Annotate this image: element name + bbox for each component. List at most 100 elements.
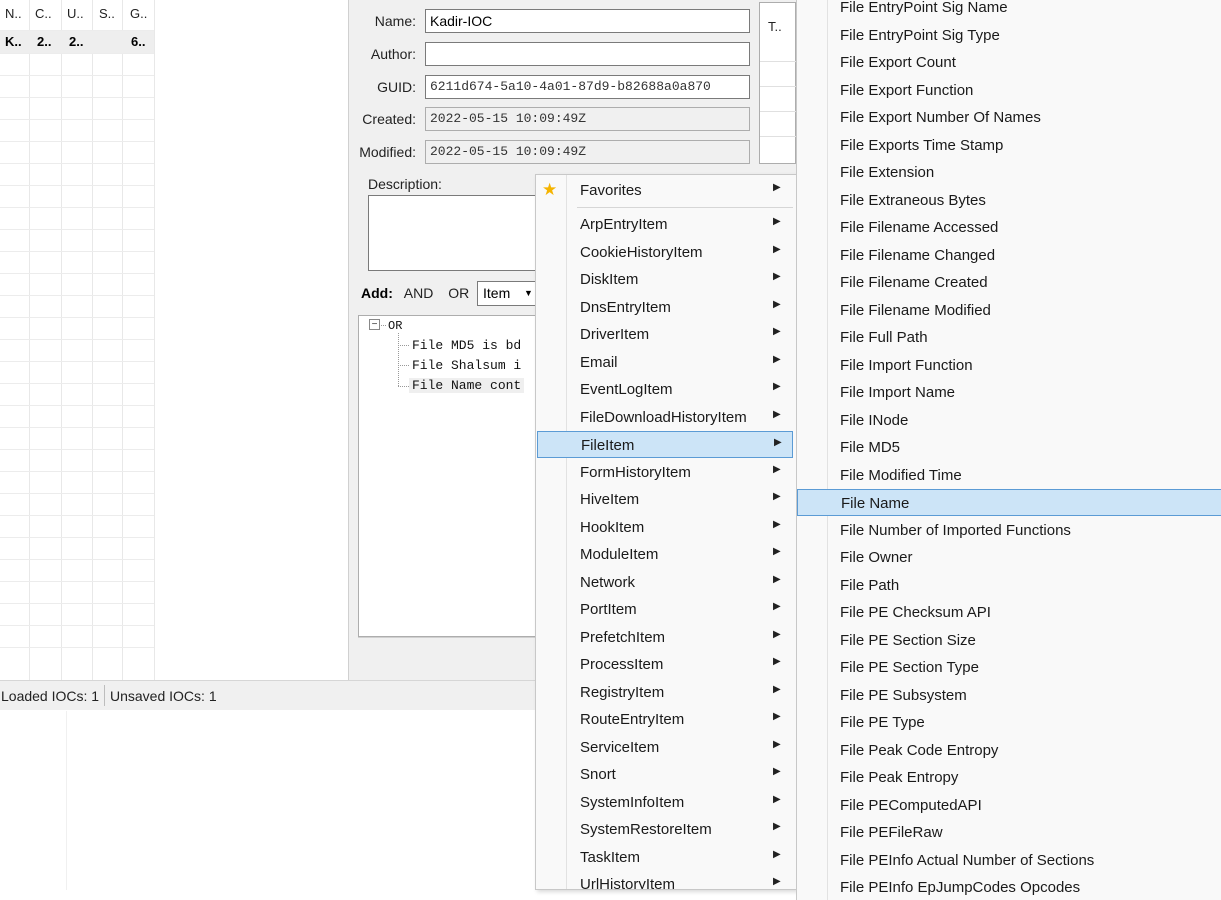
submenu-item-file-import-function[interactable]: File Import Function <box>797 352 1221 379</box>
tree-node-file-md5[interactable]: File MD5 is bd <box>412 338 521 353</box>
submenu-item-file-pe-type[interactable]: File PE Type <box>797 709 1221 736</box>
submenu-item-file-import-name[interactable]: File Import Name <box>797 379 1221 406</box>
menu-item-systemrestoreitem[interactable]: SystemRestoreItem ▶ <box>537 816 793 843</box>
submenu-arrow-icon: ▶ <box>773 491 781 502</box>
menu-item-moduleitem[interactable]: ModuleItem ▶ <box>537 541 793 568</box>
tree-node-file-name[interactable]: File Name cont <box>409 378 525 393</box>
tree-node-file-sha1sum[interactable]: File Shalsum i <box>412 358 521 373</box>
submenu-item-file-export-number-of-names[interactable]: File Export Number Of Names <box>797 104 1221 131</box>
column-header-name[interactable]: N.. <box>5 6 22 21</box>
name-label: Name: <box>374 13 416 29</box>
menu-item-eventlogitem[interactable]: EventLogItem ▶ <box>537 376 793 403</box>
submenu-item-file-full-path[interactable]: File Full Path <box>797 324 1221 351</box>
submenu-arrow-icon: ▶ <box>773 546 781 557</box>
submenu-item-file-pefileraw[interactable]: File PEFileRaw <box>797 819 1221 846</box>
submenu-item-file-peak-entropy[interactable]: File Peak Entropy <box>797 764 1221 791</box>
submenu-arrow-icon: ▶ <box>773 738 781 750</box>
menu-item-systeminfoitem[interactable]: SystemInfoItem ▶ <box>537 789 793 816</box>
submenu-arrow-icon: ▶ <box>773 848 781 860</box>
submenu-item-file-pe-section-size[interactable]: File PE Section Size <box>797 627 1221 654</box>
menu-item-diskitem[interactable]: DiskItem ▶ <box>537 266 793 293</box>
column-header-g[interactable]: G.. <box>130 6 147 21</box>
menu-item-formhistoryitem[interactable]: FormHistoryItem ▶ <box>537 459 793 486</box>
menu-item-dnsentryitem[interactable]: DnsEntryItem ▶ <box>537 294 793 321</box>
menu-item-label: ProcessItem <box>580 656 664 673</box>
tree-root-or[interactable]: OR <box>388 319 402 333</box>
menu-item-processitem[interactable]: ProcessItem ▶ <box>537 651 793 678</box>
menu-item-label: ModuleItem <box>580 546 659 563</box>
submenu-item-label: File Export Count <box>840 54 956 71</box>
submenu-item-file-filename-modified[interactable]: File Filename Modified <box>797 297 1221 324</box>
submenu-item-file-exports-time-stamp[interactable]: File Exports Time Stamp <box>797 132 1221 159</box>
submenu-item-file-extension[interactable]: File Extension <box>797 159 1221 186</box>
add-condition-bar: Add: AND OR <box>361 285 469 301</box>
add-and-button[interactable]: AND <box>404 285 434 301</box>
menu-item-hiveitem[interactable]: HiveItem ▶ <box>537 486 793 513</box>
author-label: Author: <box>370 46 416 62</box>
submenu-item-file-filename-created[interactable]: File Filename Created <box>797 269 1221 296</box>
column-header-c[interactable]: C.. <box>35 6 52 21</box>
menu-item-arpentryitem[interactable]: ArpEntryItem ▶ <box>537 211 793 238</box>
menu-item-driveritem[interactable]: DriverItem ▶ <box>537 321 793 348</box>
submenu-item-file-export-function[interactable]: File Export Function <box>797 77 1221 104</box>
menu-item-urlhistoryitem[interactable]: UrlHistoryItem ▶ <box>537 871 793 889</box>
submenu-item-file-number-of-imported-functions[interactable]: File Number of Imported Functions <box>797 517 1221 544</box>
submenu-arrow-icon: ▶ <box>773 216 781 227</box>
menu-item-taskitem[interactable]: TaskItem ▶ <box>537 844 793 871</box>
submenu-item-label: File INode <box>840 411 909 429</box>
submenu-item-file-peak-code-entropy[interactable]: File Peak Code Entropy <box>797 737 1221 764</box>
name-field[interactable]: Kadir-IOC <box>425 9 750 33</box>
menu-item-portitem[interactable]: PortItem ▶ <box>537 596 793 623</box>
submenu-item-file-pe-section-type[interactable]: File PE Section Type <box>797 654 1221 681</box>
menu-separator <box>577 207 793 208</box>
collapse-icon[interactable]: − <box>369 319 380 330</box>
panel-splitter[interactable] <box>348 0 356 680</box>
menu-item-registryitem[interactable]: RegistryItem ▶ <box>537 679 793 706</box>
submenu-item-file-peinfo-actual-number-of-sections[interactable]: File PEInfo Actual Number of Sections <box>797 847 1221 874</box>
parameters-tab-area[interactable]: T.. <box>759 2 797 164</box>
menu-item-network[interactable]: Network ▶ <box>537 569 793 596</box>
submenu-item-file-inode[interactable]: File INode <box>797 407 1221 434</box>
submenu-item-label: File Import Function <box>840 356 973 374</box>
submenu-item-file-modified-time[interactable]: File Modified Time <box>797 462 1221 489</box>
column-header-s[interactable]: S.. <box>99 6 115 21</box>
menu-item-label: DiskItem <box>580 271 639 288</box>
tab-label[interactable]: T.. <box>768 19 782 34</box>
submenu-item-file-path[interactable]: File Path <box>797 572 1221 599</box>
menu-item-filedownloadhistoryitem[interactable]: FileDownloadHistoryItem ▶ <box>537 404 793 431</box>
menu-item-snort[interactable]: Snort ▶ <box>537 761 793 788</box>
menu-item-label: Email <box>580 353 618 371</box>
submenu-item-label: File Filename Modified <box>840 301 991 319</box>
menu-item-cookiehistoryitem[interactable]: CookieHistoryItem ▶ <box>537 239 793 266</box>
ioc-list[interactable]: N.. C.. U.. S.. G.. K.. 2.. 2.. 6.. <box>0 0 356 680</box>
menu-item-fileitem[interactable]: FileItem ▶ <box>537 431 793 458</box>
submenu-item-file-pe-checksum-api[interactable]: File PE Checksum API <box>797 599 1221 626</box>
menu-item-email[interactable]: Email ▶ <box>537 349 793 376</box>
submenu-item-file-filename-accessed[interactable]: File Filename Accessed <box>797 214 1221 241</box>
submenu-arrow-icon: ▶ <box>773 711 781 722</box>
submenu-item-file-name[interactable]: File Name <box>797 489 1221 516</box>
column-header-u[interactable]: U.. <box>67 6 84 21</box>
submenu-item-file-filename-changed[interactable]: File Filename Changed <box>797 242 1221 269</box>
submenu-item-label: File Exports Time Stamp <box>840 136 1004 154</box>
menu-item-favorites[interactable]: ★ Favorites ▶ <box>537 177 793 204</box>
submenu-item-label: File Filename Accessed <box>840 219 999 236</box>
submenu-item-file-entrypoint-sig-type[interactable]: File EntryPoint Sig Type <box>797 22 1221 49</box>
submenu-item-file-owner[interactable]: File Owner <box>797 544 1221 571</box>
submenu-item-file-md5[interactable]: File MD5 <box>797 434 1221 461</box>
menu-item-prefetchitem[interactable]: PrefetchItem ▶ <box>537 624 793 651</box>
add-or-button[interactable]: OR <box>448 285 469 301</box>
item-type-dropdown[interactable]: Item ▼ <box>477 281 537 306</box>
menu-item-hookitem[interactable]: HookItem ▶ <box>537 514 793 541</box>
menu-item-serviceitem[interactable]: ServiceItem ▶ <box>537 734 793 761</box>
menu-item-routeentryitem[interactable]: RouteEntryItem ▶ <box>537 706 793 733</box>
submenu-item-file-peinfo-epjumpcodes-opcodes[interactable]: File PEInfo EpJumpCodes Opcodes <box>797 874 1221 900</box>
submenu-item-file-pe-subsystem[interactable]: File PE Subsystem <box>797 682 1221 709</box>
submenu-item-file-extraneous-bytes[interactable]: File Extraneous Bytes <box>797 187 1221 214</box>
submenu-item-file-export-count[interactable]: File Export Count <box>797 49 1221 76</box>
author-field[interactable] <box>425 42 750 66</box>
guid-field[interactable]: 6211d674-5a10-4a01-87d9-b82688a0a870 <box>425 75 750 99</box>
submenu-item-file-pecomputedapi[interactable]: File PEComputedAPI <box>797 792 1221 819</box>
submenu-item-file-entrypoint-sig-name[interactable]: File EntryPoint Sig Name <box>797 0 1221 21</box>
description-field[interactable] <box>368 195 538 271</box>
